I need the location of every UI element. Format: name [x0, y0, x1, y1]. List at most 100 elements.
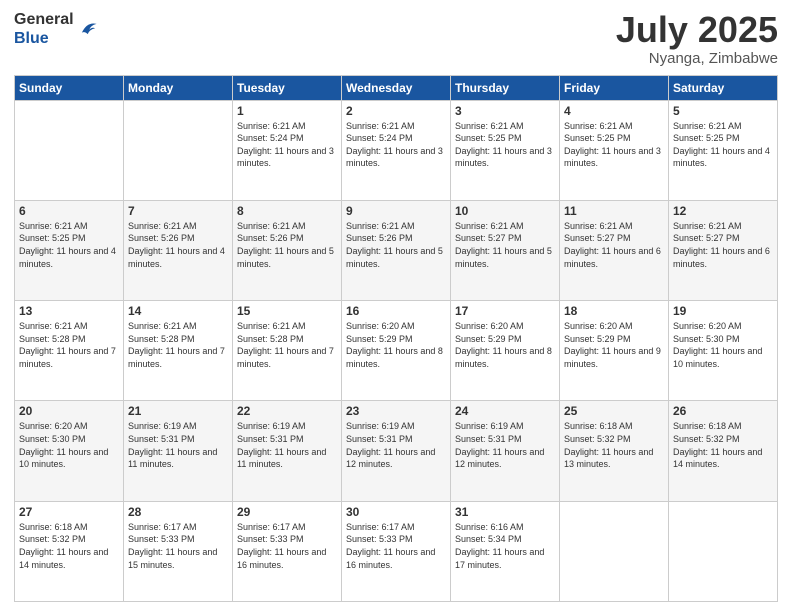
day-number: 5	[673, 104, 773, 118]
cell-1-7: 5 Sunrise: 6:21 AM Sunset: 5:25 PM Daylig…	[669, 100, 778, 200]
cell-3-5: 17 Sunrise: 6:20 AM Sunset: 5:29 PM Dayli…	[451, 301, 560, 401]
day-number: 31	[455, 505, 555, 519]
logo-blue: Blue	[14, 30, 49, 47]
cell-5-2: 28 Sunrise: 6:17 AM Sunset: 5:33 PM Dayli…	[124, 501, 233, 601]
week-row-1: 1 Sunrise: 6:21 AM Sunset: 5:24 PM Daylig…	[15, 100, 778, 200]
cell-5-6	[560, 501, 669, 601]
calendar-table: Sunday Monday Tuesday Wednesday Thursday…	[14, 75, 778, 602]
day-info: Sunrise: 6:21 AM Sunset: 5:26 PM Dayligh…	[237, 220, 337, 270]
location: Nyanga, Zimbabwe	[616, 50, 778, 67]
day-number: 30	[346, 505, 446, 519]
cell-2-6: 11 Sunrise: 6:21 AM Sunset: 5:27 PM Dayli…	[560, 200, 669, 300]
cell-1-1	[15, 100, 124, 200]
col-saturday: Saturday	[669, 75, 778, 100]
day-number: 8	[237, 204, 337, 218]
cell-2-5: 10 Sunrise: 6:21 AM Sunset: 5:27 PM Dayli…	[451, 200, 560, 300]
day-info: Sunrise: 6:21 AM Sunset: 5:27 PM Dayligh…	[455, 220, 555, 270]
day-info: Sunrise: 6:21 AM Sunset: 5:28 PM Dayligh…	[128, 320, 228, 370]
cell-4-3: 22 Sunrise: 6:19 AM Sunset: 5:31 PM Dayli…	[233, 401, 342, 501]
cell-3-6: 18Sunrise: 6:20 AM Sunset: 5:29 PM Dayli…	[560, 301, 669, 401]
day-number: 16	[346, 304, 446, 318]
day-number: 9	[346, 204, 446, 218]
day-info: Sunrise: 6:17 AM Sunset: 5:33 PM Dayligh…	[128, 521, 228, 571]
logo: General Blue	[14, 10, 98, 48]
cell-5-4: 30 Sunrise: 6:17 AM Sunset: 5:33 PM Dayli…	[342, 501, 451, 601]
day-number: 10	[455, 204, 555, 218]
week-row-2: 6Sunrise: 6:21 AM Sunset: 5:25 PM Daylig…	[15, 200, 778, 300]
week-row-3: 13 Sunrise: 6:21 AM Sunset: 5:28 PM Dayli…	[15, 301, 778, 401]
day-info: Sunrise: 6:18 AM Sunset: 5:32 PM Dayligh…	[19, 521, 119, 571]
day-number: 12	[673, 204, 773, 218]
day-info: Sunrise: 6:21 AM Sunset: 5:27 PM Dayligh…	[564, 220, 664, 270]
day-number: 24	[455, 404, 555, 418]
cell-4-2: 21 Sunrise: 6:19 AM Sunset: 5:31 PM Dayli…	[124, 401, 233, 501]
cell-3-3: 15Sunrise: 6:21 AM Sunset: 5:28 PM Dayli…	[233, 301, 342, 401]
week-row-4: 20 Sunrise: 6:20 AM Sunset: 5:30 PM Dayli…	[15, 401, 778, 501]
day-info: Sunrise: 6:20 AM Sunset: 5:29 PM Dayligh…	[346, 320, 446, 370]
day-info: Sunrise: 6:20 AM Sunset: 5:30 PM Dayligh…	[19, 420, 119, 470]
cell-3-4: 16 Sunrise: 6:20 AM Sunset: 5:29 PM Dayli…	[342, 301, 451, 401]
day-number: 28	[128, 505, 228, 519]
day-info: Sunrise: 6:17 AM Sunset: 5:33 PM Dayligh…	[346, 521, 446, 571]
day-number: 7	[128, 204, 228, 218]
header: General Blue July 2025 Nyanga, Zimbabwe	[14, 10, 778, 67]
day-number: 23	[346, 404, 446, 418]
day-info: Sunrise: 6:16 AM Sunset: 5:34 PM Dayligh…	[455, 521, 555, 571]
cell-5-7	[669, 501, 778, 601]
day-number: 11	[564, 204, 664, 218]
day-number: 29	[237, 505, 337, 519]
cell-3-7: 19 Sunrise: 6:20 AM Sunset: 5:30 PM Dayli…	[669, 301, 778, 401]
day-number: 27	[19, 505, 119, 519]
day-number: 4	[564, 104, 664, 118]
day-number: 1	[237, 104, 337, 118]
day-number: 21	[128, 404, 228, 418]
col-thursday: Thursday	[451, 75, 560, 100]
day-info: Sunrise: 6:19 AM Sunset: 5:31 PM Dayligh…	[128, 420, 228, 470]
cell-4-6: 25Sunrise: 6:18 AM Sunset: 5:32 PM Dayli…	[560, 401, 669, 501]
cell-2-1: 6Sunrise: 6:21 AM Sunset: 5:25 PM Daylig…	[15, 200, 124, 300]
day-number: 17	[455, 304, 555, 318]
cell-2-7: 12 Sunrise: 6:21 AM Sunset: 5:27 PM Dayli…	[669, 200, 778, 300]
day-number: 19	[673, 304, 773, 318]
day-info: Sunrise: 6:21 AM Sunset: 5:28 PM Dayligh…	[237, 320, 337, 370]
day-info: Sunrise: 6:21 AM Sunset: 5:24 PM Dayligh…	[237, 120, 337, 170]
col-tuesday: Tuesday	[233, 75, 342, 100]
day-info: Sunrise: 6:19 AM Sunset: 5:31 PM Dayligh…	[237, 420, 337, 470]
cell-3-2: 14 Sunrise: 6:21 AM Sunset: 5:28 PM Dayli…	[124, 301, 233, 401]
day-number: 6	[19, 204, 119, 218]
cell-2-4: 9Sunrise: 6:21 AM Sunset: 5:26 PM Daylig…	[342, 200, 451, 300]
header-row: Sunday Monday Tuesday Wednesday Thursday…	[15, 75, 778, 100]
cell-3-1: 13 Sunrise: 6:21 AM Sunset: 5:28 PM Dayli…	[15, 301, 124, 401]
day-number: 20	[19, 404, 119, 418]
cell-4-1: 20 Sunrise: 6:20 AM Sunset: 5:30 PM Dayli…	[15, 401, 124, 501]
cell-1-2	[124, 100, 233, 200]
day-number: 22	[237, 404, 337, 418]
day-info: Sunrise: 6:21 AM Sunset: 5:25 PM Dayligh…	[564, 120, 664, 170]
day-info: Sunrise: 6:21 AM Sunset: 5:27 PM Dayligh…	[673, 220, 773, 270]
logo-general: General	[14, 11, 74, 28]
day-info: Sunrise: 6:21 AM Sunset: 5:25 PM Dayligh…	[673, 120, 773, 170]
day-info: Sunrise: 6:20 AM Sunset: 5:29 PM Dayligh…	[455, 320, 555, 370]
day-number: 2	[346, 104, 446, 118]
day-info: Sunrise: 6:21 AM Sunset: 5:25 PM Dayligh…	[455, 120, 555, 170]
cell-5-1: 27 Sunrise: 6:18 AM Sunset: 5:32 PM Dayli…	[15, 501, 124, 601]
col-sunday: Sunday	[15, 75, 124, 100]
col-wednesday: Wednesday	[342, 75, 451, 100]
cell-2-3: 8 Sunrise: 6:21 AM Sunset: 5:26 PM Daylig…	[233, 200, 342, 300]
title-block: July 2025 Nyanga, Zimbabwe	[616, 10, 778, 67]
day-info: Sunrise: 6:20 AM Sunset: 5:29 PM Dayligh…	[564, 320, 664, 370]
day-info: Sunrise: 6:21 AM Sunset: 5:26 PM Dayligh…	[128, 220, 228, 270]
day-info: Sunrise: 6:21 AM Sunset: 5:28 PM Dayligh…	[19, 320, 119, 370]
day-number: 26	[673, 404, 773, 418]
day-number: 14	[128, 304, 228, 318]
day-number: 3	[455, 104, 555, 118]
cell-2-2: 7 Sunrise: 6:21 AM Sunset: 5:26 PM Daylig…	[124, 200, 233, 300]
logo-bird-icon	[76, 18, 98, 40]
day-info: Sunrise: 6:17 AM Sunset: 5:33 PM Dayligh…	[237, 521, 337, 571]
col-monday: Monday	[124, 75, 233, 100]
page: General Blue July 2025 Nyanga, Zimbabwe …	[0, 0, 792, 612]
day-info: Sunrise: 6:20 AM Sunset: 5:30 PM Dayligh…	[673, 320, 773, 370]
cell-1-5: 3 Sunrise: 6:21 AM Sunset: 5:25 PM Daylig…	[451, 100, 560, 200]
cell-1-6: 4 Sunrise: 6:21 AM Sunset: 5:25 PM Daylig…	[560, 100, 669, 200]
day-number: 13	[19, 304, 119, 318]
